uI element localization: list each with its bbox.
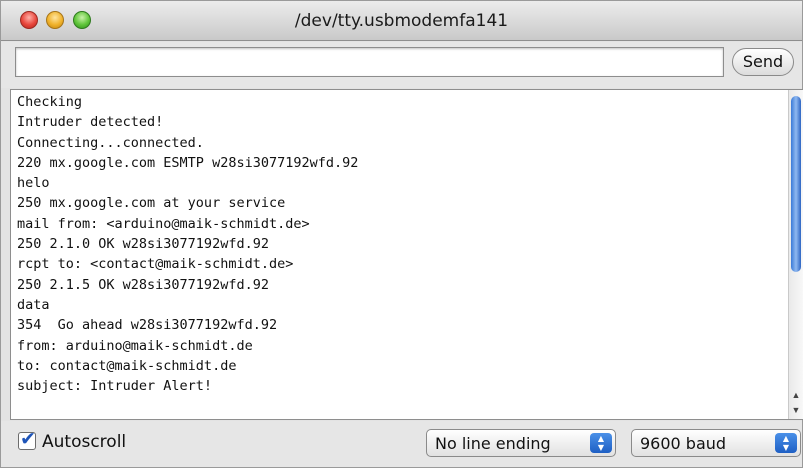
output-line: helo — [17, 175, 50, 192]
serial-monitor-window: /dev/tty.usbmodemfa141 Send Checking Intr… — [0, 0, 803, 468]
vertical-scrollbar[interactable]: ▲ ▼ — [788, 90, 803, 419]
output-line: 250 2.1.0 OK w28si3077192wfd.92 — [17, 236, 269, 253]
scroll-down-icon[interactable]: ▼ — [790, 403, 802, 417]
output-line: subject: Intruder Alert! — [17, 378, 213, 395]
stepper-icon: ▲ ▼ — [775, 433, 797, 453]
output-line: 354 Go ahead w28si3077192wfd.92 — [17, 317, 278, 334]
autoscroll-checkbox[interactable]: ✔ — [18, 428, 36, 450]
output-line: data — [17, 296, 50, 313]
send-button[interactable]: Send — [732, 48, 794, 76]
stepper-icon: ▲ ▼ — [590, 433, 612, 453]
output-line: Intruder detected! — [17, 114, 164, 131]
bottom-bar: ✔ Autoscroll No line ending ▲ ▼ 9600 baud… — [1, 421, 802, 467]
scroll-up-icon[interactable]: ▲ — [790, 388, 802, 402]
window-title: /dev/tty.usbmodemfa141 — [294, 11, 509, 31]
line-ending-select[interactable]: No line ending ▲ ▼ — [426, 429, 616, 457]
output-line: 250 2.1.5 OK w28si3077192wfd.92 — [17, 276, 269, 293]
output-line: Connecting...connected. — [17, 134, 204, 151]
baud-rate-select[interactable]: 9600 baud ▲ ▼ — [631, 429, 801, 457]
send-toolbar: Send — [1, 42, 802, 88]
line-ending-value: No line ending — [435, 434, 551, 453]
output-line: from: arduino@maik-schmidt.de — [17, 337, 253, 354]
scrollbar-thumb[interactable] — [791, 96, 801, 272]
checkmark-icon: ✔ — [20, 428, 36, 450]
baud-rate-value: 9600 baud — [640, 434, 727, 453]
send-input[interactable] — [15, 47, 724, 77]
output-line: 250 mx.google.com at your service — [17, 195, 286, 212]
output-line: Checking — [17, 94, 83, 110]
output-line: rcpt to: <contact@maik-schmidt.de> — [17, 256, 294, 273]
output-lines: Checking Intruder detected! Connecting...c… — [17, 92, 785, 396]
output-line: mail from: <arduino@maik-schmidt.de> — [17, 215, 310, 232]
autoscroll-label[interactable]: Autoscroll — [42, 432, 126, 452]
output-line: to: contact@maik-schmidt.de — [17, 357, 237, 374]
title-bar: /dev/tty.usbmodemfa141 — [1, 1, 802, 41]
serial-output[interactable]: Checking Intruder detected! Connecting...c… — [10, 89, 803, 420]
output-line: 220 mx.google.com ESMTP w28si3077192wfd.… — [17, 154, 359, 171]
